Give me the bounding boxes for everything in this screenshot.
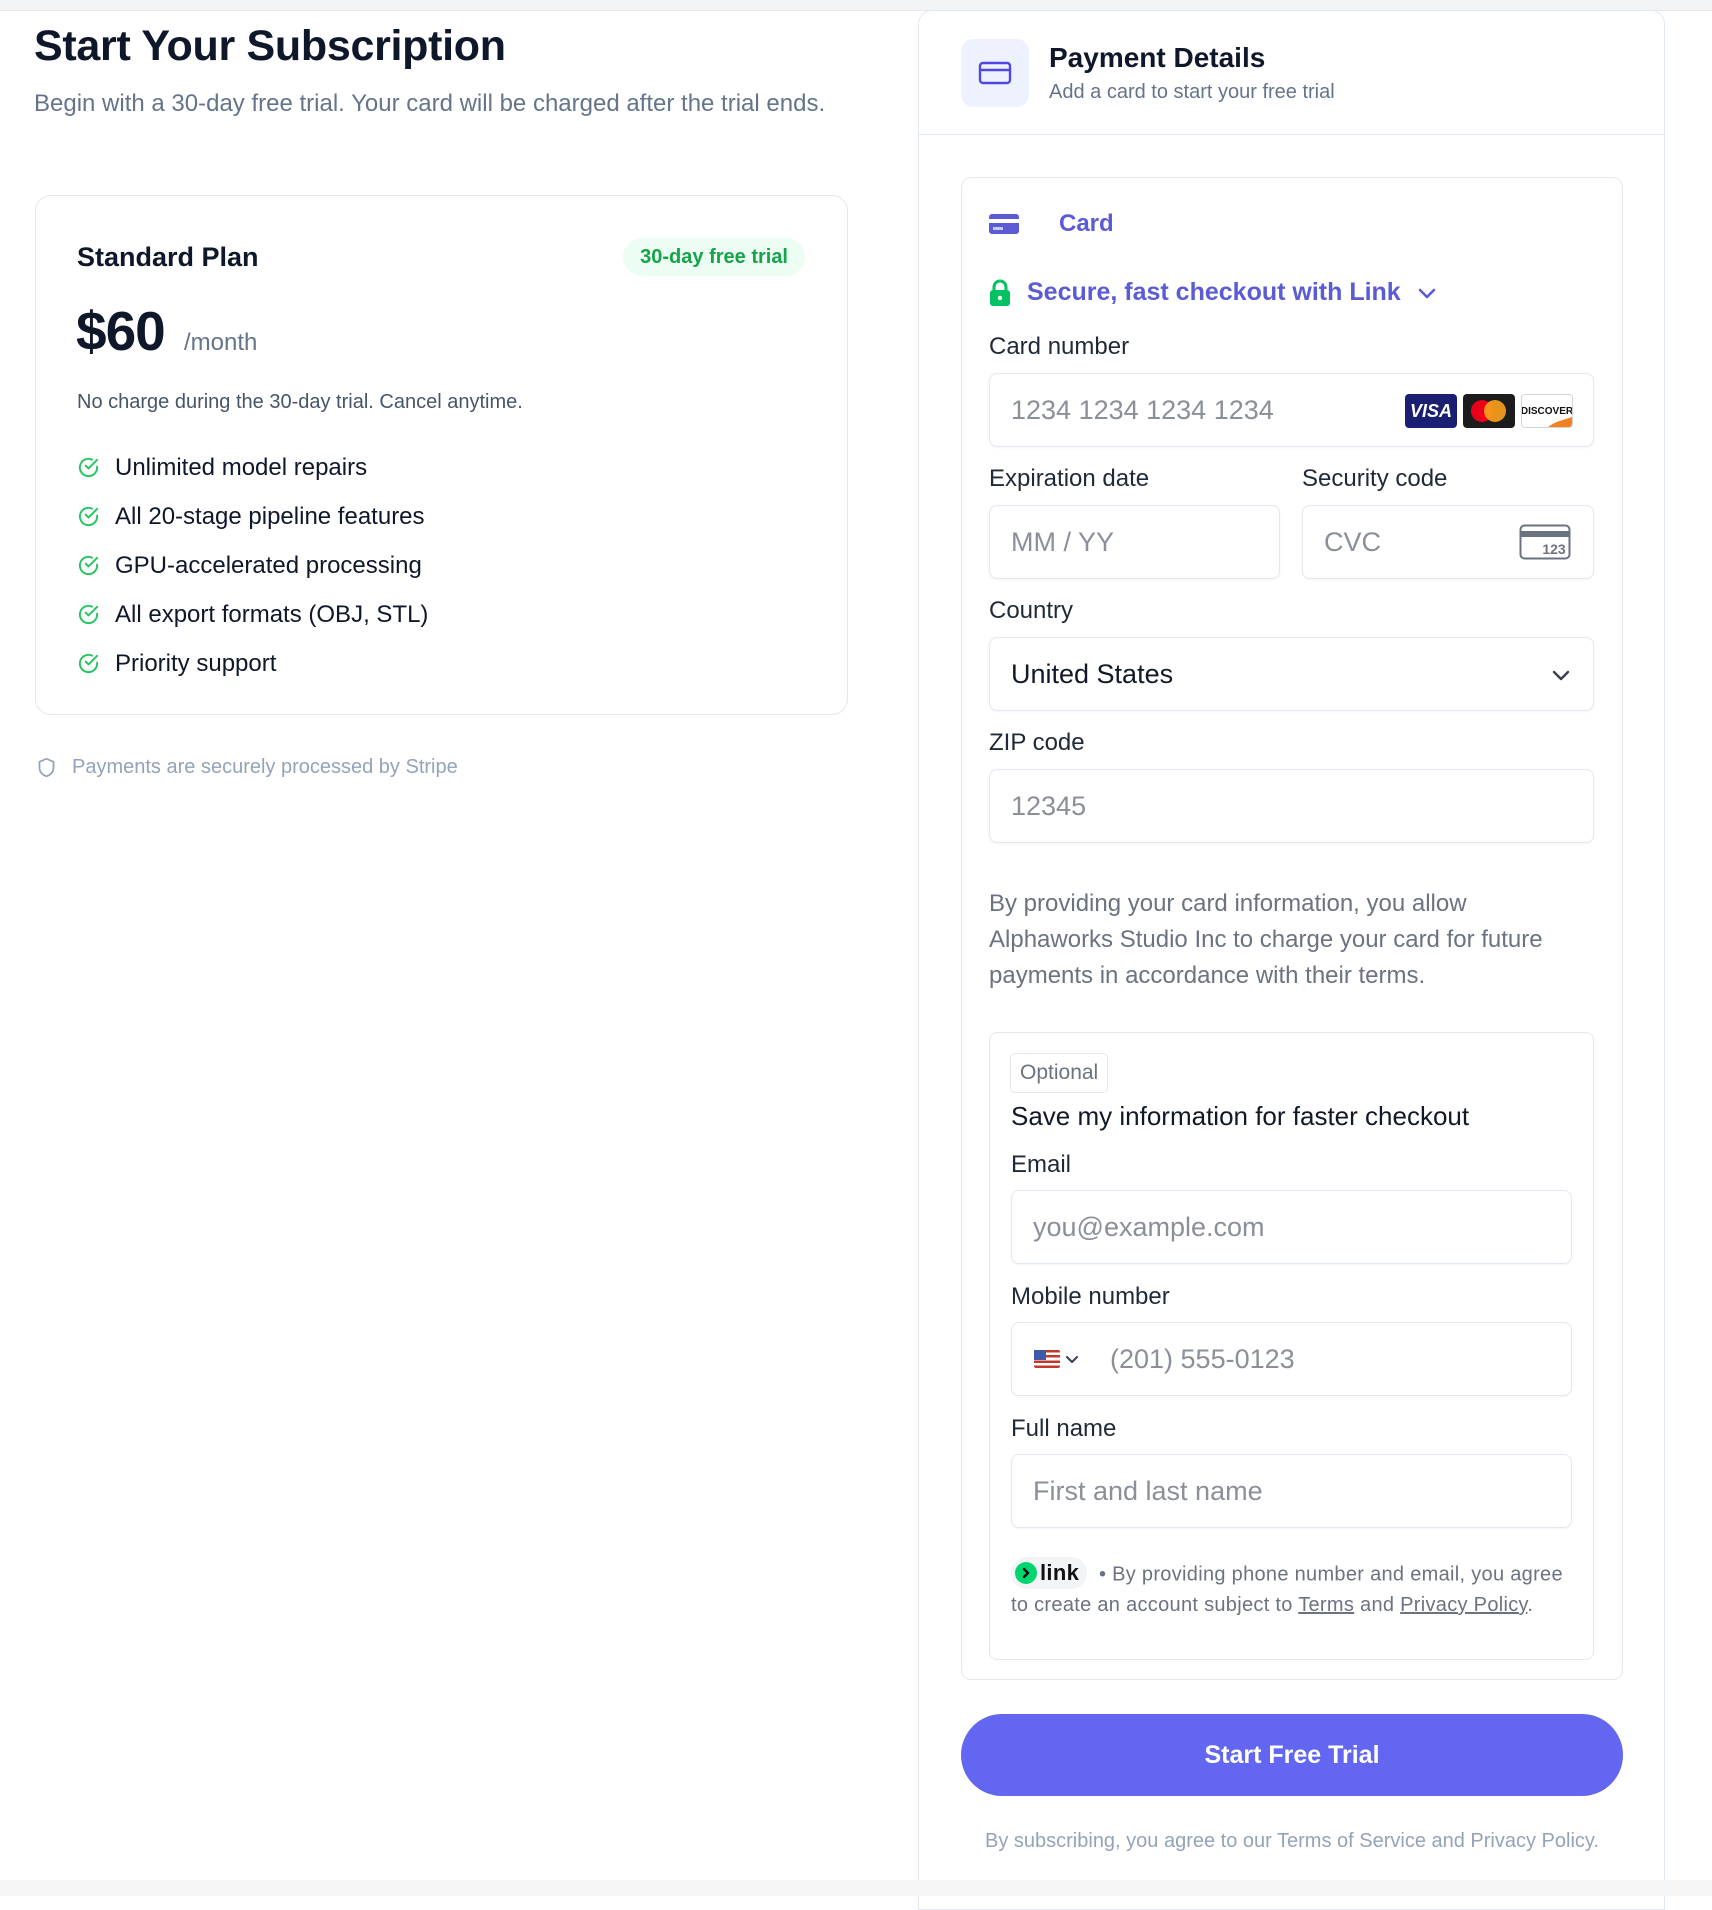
optional-badge: Optional [1010,1053,1109,1093]
check-circle-icon [78,506,99,527]
security-note: Payments are securely processed by Strip… [36,756,458,779]
card-brands: VISA DISCOVER [1405,394,1573,428]
check-circle-icon [78,653,99,674]
plan-price: $60 [76,300,166,362]
feature-label: Priority support [115,649,277,677]
us-flag-icon [1034,1350,1060,1368]
country-code-select[interactable] [1034,1323,1080,1395]
zip-input[interactable] [1011,770,1574,842]
check-circle-icon [78,457,99,478]
payment-title: Payment Details [1049,42,1266,73]
feature-item: GPU-accelerated processing [77,541,428,590]
country-select[interactable]: United States [989,637,1594,711]
security-code-label: Security code [1302,465,1448,492]
credit-card-icon [978,61,1012,85]
payment-header: Payment Details Add a card to start your… [919,11,1664,135]
mobile-input[interactable] [1110,1323,1550,1395]
feature-label: GPU-accelerated processing [115,551,422,579]
link-checkout-label: Secure, fast checkout with Link [1027,278,1401,306]
mobile-label: Mobile number [1011,1283,1170,1310]
link-arrow-icon [1015,1562,1037,1584]
full-name-label: Full name [1011,1415,1117,1442]
feature-item: All export formats (OBJ, STL) [77,590,428,639]
lock-icon [990,279,1010,306]
plan-name: Standard Plan [77,242,259,272]
mobile-field[interactable] [1011,1322,1572,1396]
expiration-field[interactable] [989,505,1280,579]
country-value: United States [1011,659,1174,689]
payment-icon-box [961,39,1029,107]
email-input[interactable] [1033,1191,1552,1263]
card-icon [989,214,1019,234]
card-number-field[interactable]: VISA DISCOVER [989,373,1594,447]
check-circle-icon [78,604,99,625]
security-code-field[interactable]: 123 [1302,505,1594,579]
mastercard-icon [1463,394,1515,428]
feature-list: Unlimited model repairs All 20-stage pip… [77,443,428,688]
link-legal-text: link • By providing phone number and ema… [1011,1557,1581,1619]
trial-badge: 30-day free trial [623,238,805,276]
plan-note: No charge during the 30-day trial. Cance… [77,391,523,413]
plan-period: /month [184,329,258,356]
full-name-field[interactable] [1011,1454,1572,1528]
zip-field[interactable] [989,769,1594,843]
tab-card-label: Card [1059,210,1114,237]
tab-card[interactable]: Card [989,210,1114,238]
payment-panel: Payment Details Add a card to start your… [918,10,1665,1910]
shield-icon [38,757,55,778]
page-bottom-edge [0,1880,1712,1896]
feature-item: All 20-stage pipeline features [77,492,428,541]
feature-label: Unlimited model repairs [115,453,368,481]
card-number-label: Card number [989,333,1130,360]
feature-label: All export formats (OBJ, STL) [115,600,429,628]
page-subtitle: Begin with a 30-day free trial. Your car… [34,90,826,117]
feature-item: Unlimited model repairs [77,443,428,492]
expiration-input[interactable] [1011,506,1260,578]
expiration-label: Expiration date [989,465,1150,492]
chevron-down-icon [1552,670,1570,681]
email-label: Email [1011,1151,1072,1178]
country-label: Country [989,597,1074,624]
visa-icon: VISA [1405,394,1457,428]
link-checkout-toggle[interactable]: Secure, fast checkout with Link [989,278,1439,307]
discover-icon: DISCOVER [1521,394,1573,428]
full-name-input[interactable] [1033,1455,1552,1527]
privacy-policy-link[interactable]: Privacy Policy [1400,1594,1527,1616]
email-field[interactable] [1011,1190,1572,1264]
save-info-title: Save my information for faster checkout [1011,1101,1470,1131]
payment-subtitle: Add a card to start your free trial [1049,81,1335,103]
subscription-terms-text: By subscribing, you agree to our Terms o… [985,1830,1599,1852]
link-save-box: Optional Save my information for faster … [989,1032,1594,1660]
svg-text:123: 123 [1542,541,1566,557]
card-consent-text: By providing your card information, you … [989,890,1543,989]
feature-item: Priority support [77,639,428,688]
check-circle-icon [78,555,99,576]
zip-label: ZIP code [989,729,1085,756]
start-free-trial-button[interactable]: Start Free Trial [961,1714,1623,1796]
page-title: Start Your Subscription [34,22,506,70]
chevron-down-icon [1066,1356,1078,1363]
chevron-down-icon [1418,288,1436,298]
plan-card: Standard Plan 30-day free trial $60 /mon… [35,195,848,715]
security-note-text: Payments are securely processed by Strip… [72,756,458,778]
link-logo: link [1011,1557,1088,1589]
feature-label: All 20-stage pipeline features [115,502,425,530]
stripe-payment-element: Card Secure, fast checkout with Link Car… [961,177,1623,1680]
terms-link[interactable]: Terms [1298,1594,1354,1616]
cvc-card-icon: 123 [1519,524,1571,560]
